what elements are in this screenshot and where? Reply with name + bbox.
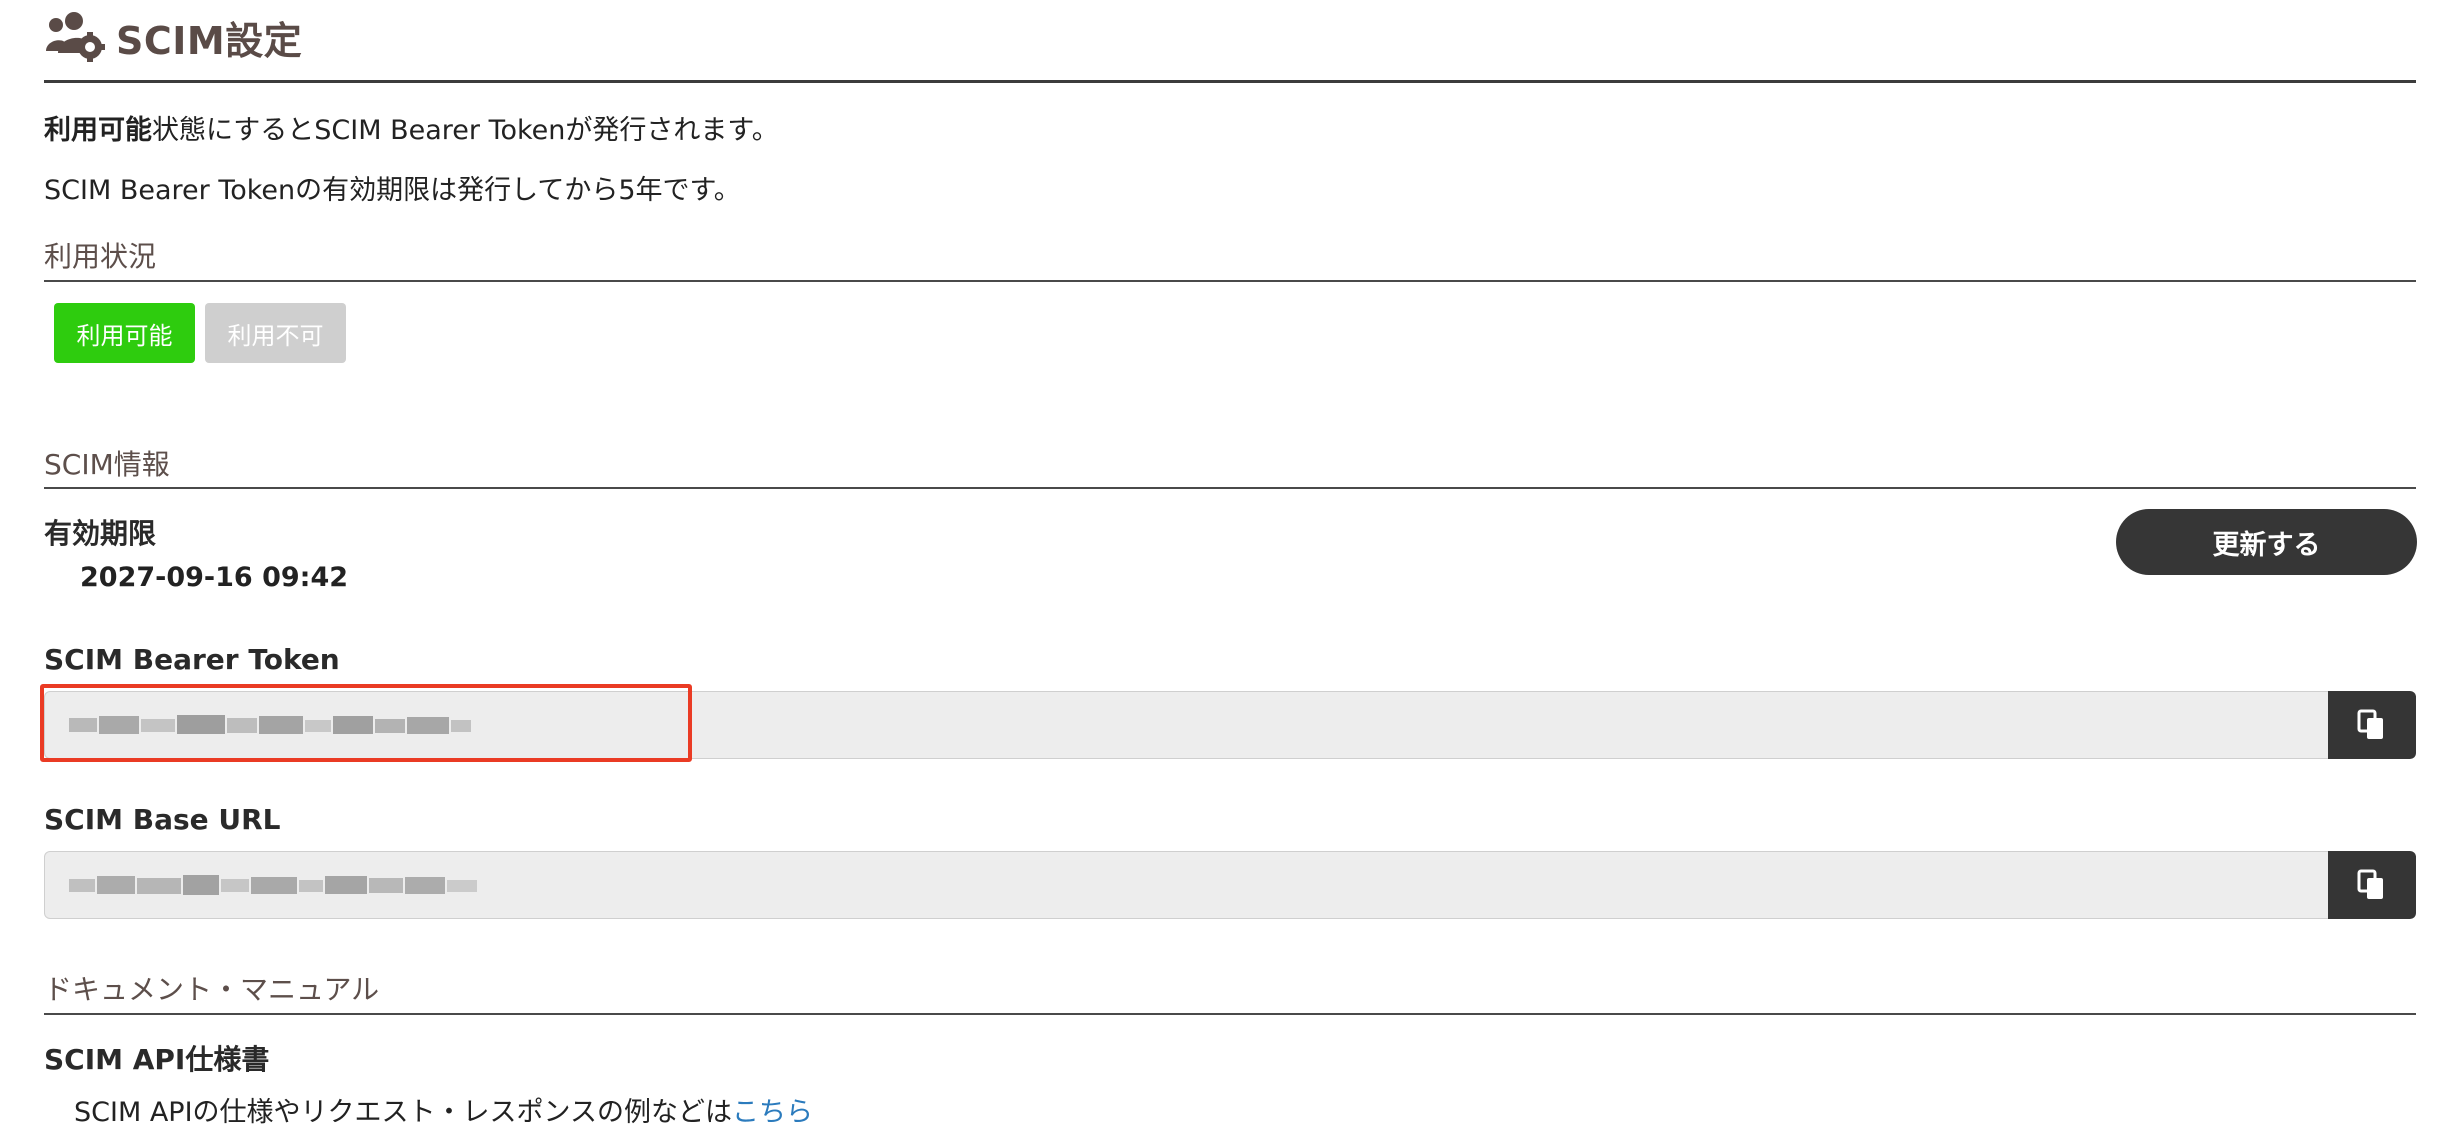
docs-heading: ドキュメント・マニュアル: [44, 973, 380, 1006]
availability-divider: [44, 280, 2416, 282]
api-spec-link[interactable]: こちら: [732, 1097, 813, 1128]
expiry-value: 2027-09-16 09:42: [80, 562, 349, 593]
copy-token-button[interactable]: [2328, 691, 2416, 759]
users-gear-icon: [44, 11, 106, 63]
page-title-bar: SCIM設定: [44, 6, 302, 68]
description-line-1: 利用可能状態にするとSCIM Bearer Tokenが発行されます。: [44, 108, 779, 147]
token-input[interactable]: [44, 691, 2328, 759]
docs-divider: [44, 1013, 2416, 1015]
base-url-input[interactable]: [44, 851, 2328, 919]
description-line-1-rest: 状態にするとSCIM Bearer Tokenが発行されます。: [152, 115, 779, 146]
disable-button[interactable]: 利用不可: [205, 303, 346, 363]
scim-info-heading: SCIM情報: [44, 448, 170, 481]
copy-icon: [2357, 869, 2383, 899]
description-line-2: SCIM Bearer Tokenの有効期限は発行してから5年です。: [44, 175, 741, 206]
description-bold-term: 利用可能: [44, 115, 152, 146]
redacted-url-icon: [69, 875, 477, 895]
base-url-label: SCIM Base URL: [44, 803, 281, 836]
availability-heading: 利用状況: [44, 240, 157, 273]
api-spec-text: SCIM APIの仕様やリクエスト・レスポンスの例などは: [74, 1097, 733, 1128]
copy-base-url-button[interactable]: [2328, 851, 2416, 919]
api-spec-label: SCIM API仕様書: [44, 1043, 270, 1076]
expiry-label: 有効期限: [44, 517, 157, 550]
token-field: [44, 691, 2416, 759]
renew-button[interactable]: 更新する: [2116, 509, 2417, 575]
base-url-field: [44, 851, 2416, 919]
enable-button[interactable]: 利用可能: [54, 303, 195, 363]
copy-icon: [2357, 709, 2383, 739]
scim-settings-page: SCIM設定 利用可能状態にするとSCIM Bearer Tokenが発行されま…: [40, 0, 2417, 1136]
api-spec-description: SCIM APIの仕様やリクエスト・レスポンスの例などはこちら: [74, 1090, 813, 1129]
title-divider: [44, 80, 2416, 83]
page-title: SCIM設定: [116, 18, 303, 63]
token-label: SCIM Bearer Token: [44, 643, 340, 676]
redacted-token-icon: [69, 715, 471, 734]
scim-info-divider: [44, 487, 2416, 489]
